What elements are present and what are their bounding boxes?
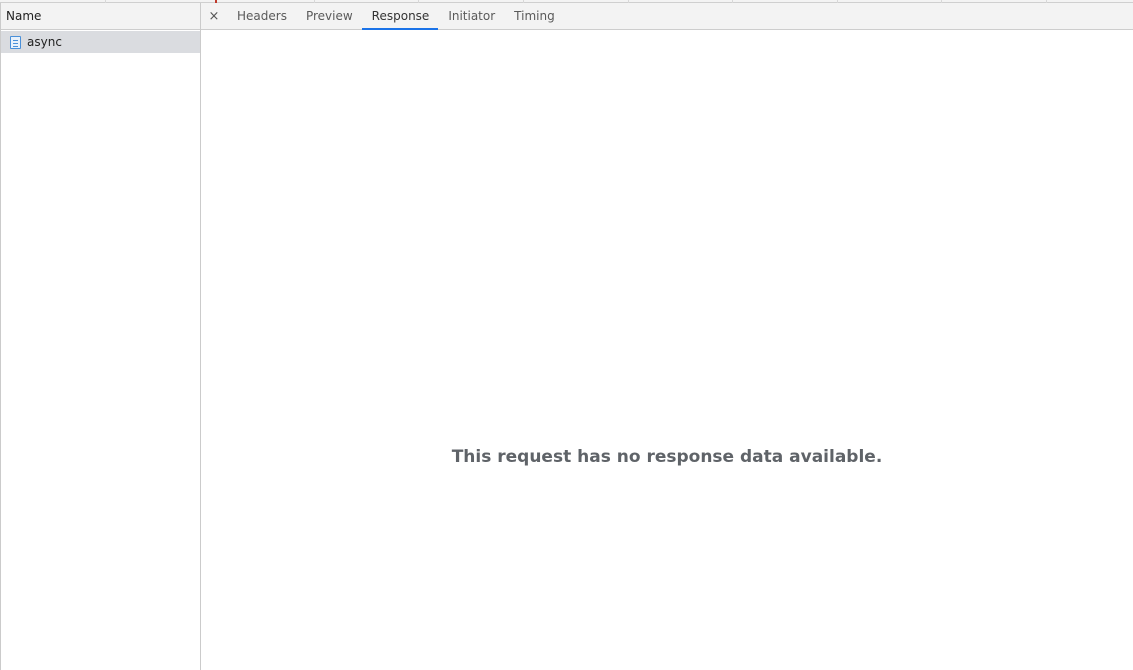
tab-headers[interactable]: Headers xyxy=(227,3,296,29)
close-icon[interactable]: × xyxy=(201,3,227,29)
tab-timing[interactable]: Timing xyxy=(504,3,564,29)
devtools-network-panel: Name async × Headers Preview Response In… xyxy=(0,0,1133,670)
document-icon xyxy=(10,35,21,49)
tab-initiator[interactable]: Initiator xyxy=(438,3,504,29)
tab-label: Headers xyxy=(237,9,287,23)
tab-preview[interactable]: Preview xyxy=(296,3,362,29)
tab-label: Preview xyxy=(305,9,353,23)
name-column-label: Name xyxy=(6,9,42,23)
tab-response[interactable]: Response xyxy=(361,3,439,30)
request-name: async xyxy=(27,35,62,49)
empty-response-message: This request has no response data availa… xyxy=(451,447,883,467)
request-detail-pane: × Headers Preview Response Initiator Tim… xyxy=(201,3,1133,670)
tab-label: Initiator xyxy=(448,9,496,23)
tab-label: Response xyxy=(371,9,430,23)
request-row[interactable]: async xyxy=(1,31,200,53)
tab-label: Timing xyxy=(514,9,555,23)
name-column-header[interactable]: Name xyxy=(1,3,200,30)
request-list: Name async xyxy=(0,3,201,670)
detail-tabbar: × Headers Preview Response Initiator Tim… xyxy=(201,3,1133,30)
